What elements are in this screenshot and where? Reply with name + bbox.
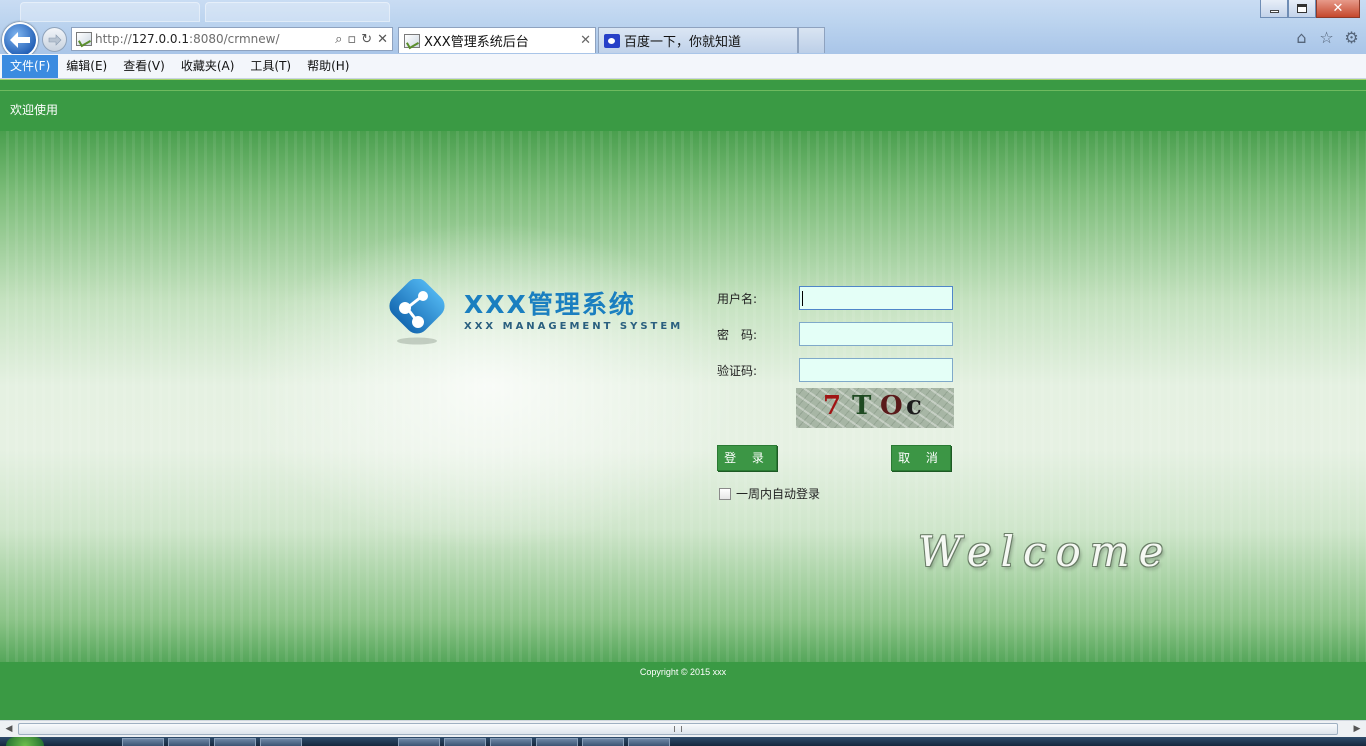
login-button[interactable]: 登 录 (717, 445, 777, 471)
page-header: 欢迎使用 (0, 79, 1366, 131)
new-tab-button[interactable] (798, 27, 825, 53)
text-caret (802, 291, 803, 306)
minimize-button[interactable] (1260, 0, 1288, 18)
compat-view-icon[interactable]: ▫ (347, 32, 356, 47)
baidu-paw-icon (604, 33, 620, 48)
taskbar-button[interactable] (398, 738, 440, 746)
taskbar-button[interactable] (260, 738, 302, 746)
menu-help[interactable]: 帮助(H) (299, 55, 357, 78)
scroll-left-icon[interactable]: ◀ (4, 724, 14, 734)
username-input[interactable] (799, 286, 953, 310)
remember-checkbox[interactable] (719, 487, 731, 500)
remember-label: 一周内自动登录 (736, 487, 821, 501)
system-logo: XXX管理系统 XXX MANAGEMENT SYSTEM (386, 278, 680, 349)
close-window-button[interactable]: ✕ (1316, 0, 1360, 18)
refresh-icon[interactable]: ↻ (361, 32, 372, 47)
restore-icon (1297, 4, 1307, 13)
menu-view[interactable]: 查看(V) (115, 55, 173, 78)
taskbar-button[interactable] (214, 738, 256, 746)
captcha-input[interactable] (799, 358, 953, 382)
captcha-char: c (906, 391, 922, 421)
minimize-icon (1269, 10, 1279, 13)
browser-titlebar: ✕ http://127.0.0.1:8080/crmnew/ ⌕ ▫ ↻ ✕ … (0, 0, 1366, 58)
taskbar-button[interactable] (168, 738, 210, 746)
captcha-char: 7 (823, 391, 842, 421)
captcha-image[interactable]: 7 T O c (796, 388, 954, 428)
scroll-right-icon[interactable]: ▶ (1352, 724, 1362, 734)
page-favicon-icon (76, 32, 92, 46)
url-host: 127.0.0.1 (131, 32, 190, 46)
taskbar-button[interactable] (582, 738, 624, 746)
captcha-char: T (852, 391, 872, 421)
menu-tools[interactable]: 工具(T) (242, 55, 299, 78)
forward-arrow-icon (48, 33, 61, 46)
page-footer: Copyright © 2015 xxx (0, 662, 1366, 720)
share-nodes-logo-icon (389, 278, 445, 345)
address-actions: ⌕ ▫ ↻ ✕ (335, 32, 392, 47)
cancel-button[interactable]: 取 消 (891, 445, 951, 471)
taskbar-button[interactable] (628, 738, 670, 746)
os-taskbar (0, 737, 1366, 746)
captcha-char: O (880, 391, 903, 421)
tab-baidu[interactable]: 百度一下，你就知道 (598, 27, 798, 53)
login-page: 欢迎使用 XXX管理系统 XXX MANAGEMENT SYSTEM 用户名: … (0, 79, 1366, 720)
forward-button[interactable] (42, 27, 67, 52)
page-favicon-icon (404, 33, 420, 48)
tab-label: 百度一下，你就知道 (624, 35, 742, 50)
window-controls: ✕ (1260, 0, 1360, 18)
password-input[interactable] (799, 322, 953, 346)
tab-close-icon[interactable]: ✕ (580, 33, 591, 48)
start-button[interactable] (6, 737, 44, 746)
background-window-tab (20, 2, 200, 22)
background-window-tab (205, 2, 390, 22)
address-url[interactable]: http://127.0.0.1:8080/crmnew/ (95, 32, 335, 46)
logo-subtitle: XXX MANAGEMENT SYSTEM (464, 321, 684, 332)
logo-title: XXX管理系统 (464, 290, 636, 319)
address-bar[interactable]: http://127.0.0.1:8080/crmnew/ ⌕ ▫ ↻ ✕ (71, 27, 393, 51)
welcome-text: 欢迎使用 (10, 103, 59, 117)
username-label: 用户名: (717, 292, 758, 306)
star-icon[interactable]: ☆ (1318, 28, 1335, 47)
url-scheme: http:// (95, 32, 132, 46)
restore-button[interactable] (1288, 0, 1316, 18)
url-path: :8080/crmnew/ (189, 32, 280, 46)
horizontal-scrollbar[interactable]: ◀ ▶ (0, 720, 1366, 737)
back-arrow-icon (10, 32, 30, 48)
hero-glow (240, 221, 740, 551)
search-icon[interactable]: ⌕ (335, 32, 342, 47)
grip-icon (674, 726, 682, 732)
tab-crm-admin[interactable]: XXX管理系统后台 ✕ (398, 27, 596, 53)
stop-icon[interactable]: ✕ (377, 32, 388, 47)
tab-label: XXX管理系统后台 (424, 35, 529, 50)
menu-edit[interactable]: 编辑(E) (58, 55, 115, 78)
scrollbar-thumb[interactable] (18, 723, 1338, 735)
browser-tools: ⌂ ☆ ⚙ (1293, 28, 1360, 47)
remember-me[interactable]: 一周内自动登录 (719, 485, 820, 502)
home-icon[interactable]: ⌂ (1293, 28, 1310, 47)
close-icon: ✕ (1332, 0, 1344, 16)
gear-icon[interactable]: ⚙ (1343, 28, 1360, 47)
taskbar-button[interactable] (536, 738, 578, 746)
menu-favorites[interactable]: 收藏夹(A) (173, 55, 243, 78)
taskbar-button[interactable] (490, 738, 532, 746)
menu-bar: 文件(F) 编辑(E) 查看(V) 收藏夹(A) 工具(T) 帮助(H) (0, 54, 1366, 79)
taskbar-button[interactable] (444, 738, 486, 746)
captcha-label: 验证码: (717, 364, 758, 378)
password-label: 密 码: (717, 328, 758, 342)
menu-file[interactable]: 文件(F) (2, 54, 59, 78)
welcome-script-text: Welcome (918, 527, 1173, 576)
copyright-text: Copyright © 2015 xxx (639, 667, 727, 677)
login-hero (0, 131, 1366, 662)
back-button[interactable] (2, 22, 38, 58)
taskbar-button[interactable] (122, 738, 164, 746)
